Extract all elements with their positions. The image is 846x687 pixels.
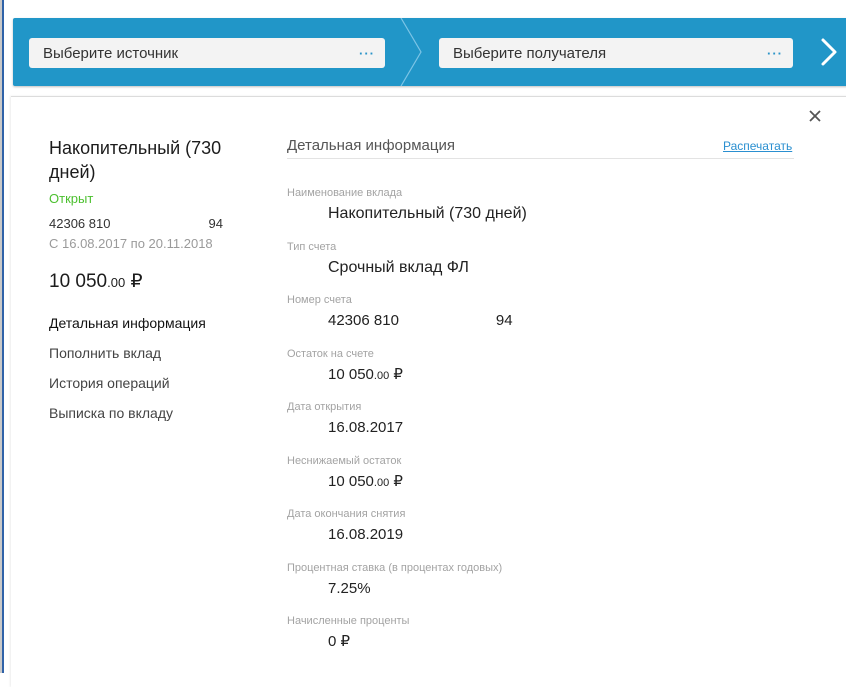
recipient-select[interactable]: Выберите получателя ···: [439, 38, 793, 68]
detail-min-balance: Неснижаемый остаток 10 050.00 ₽: [287, 454, 787, 508]
detail-account-number: Номер счета 42306 810 94: [287, 293, 787, 347]
detail-value: 10 050.00 ₽: [328, 473, 787, 492]
detail-label: Номер счета: [287, 294, 352, 306]
detail-value: 16.08.2019: [328, 526, 404, 543]
detail-balance-currency: ₽: [393, 365, 403, 383]
detail-value: Срочный вклад ФЛ: [328, 258, 469, 276]
detail-min-balance-currency: ₽: [393, 472, 403, 490]
window-left-edge: [0, 0, 4, 673]
chevron-right-icon[interactable]: [809, 32, 846, 72]
detail-min-balance-main: 10 050: [328, 472, 374, 490]
menu-item-topup[interactable]: Пополнить вклад: [49, 343, 206, 373]
detail-value: 10 050.00 ₽: [328, 366, 787, 385]
chevron-divider-icon: [400, 18, 422, 86]
menu-item-details[interactable]: Детальная информация: [49, 313, 206, 343]
detail-account-start: 42306 810: [328, 312, 399, 329]
detail-label: Остаток на счете: [287, 347, 374, 360]
detail-value: 16.08.2017: [328, 419, 404, 436]
detail-withdraw-end: Дата окончания снятия 16.08.2019: [287, 507, 787, 561]
details-divider: [287, 158, 794, 159]
menu-item-history[interactable]: История операций: [49, 373, 206, 403]
detail-interest-rate: Процентная ставка (в процентах годовых) …: [287, 561, 787, 615]
detail-label: Наименование вклада: [287, 187, 403, 199]
detail-balance-main: 10 050: [328, 365, 374, 383]
detail-accrued-interest: Начисленные проценты 0 ₽: [287, 614, 787, 668]
detail-label: Начисленные проценты: [287, 615, 410, 627]
account-number-start: 42306 810: [49, 216, 111, 231]
balance-currency: ₽: [130, 271, 143, 292]
source-select-label: Выберите источник: [43, 44, 179, 62]
recipient-more-icon[interactable]: ···: [767, 46, 783, 61]
details-title: Детальная информация: [287, 137, 455, 154]
close-icon[interactable]: [806, 108, 824, 126]
detail-value: Накопительный (730 дней): [328, 205, 527, 222]
detail-account-type: Тип счета Срочный вклад ФЛ: [287, 240, 787, 294]
close-glyph: [809, 110, 821, 122]
details-list: Наименование вклада Накопительный (730 д…: [287, 186, 787, 668]
detail-account-end: 94: [495, 312, 513, 329]
detail-label: Дата открытия: [287, 401, 362, 413]
transfer-bar: Выберите источник ··· Выберите получател…: [13, 18, 846, 86]
balance-main: 10 050: [49, 271, 108, 292]
detail-label: Тип счета: [287, 240, 337, 253]
detail-label: Неснижаемый остаток: [287, 454, 402, 467]
recipient-select-label: Выберите получателя: [453, 44, 607, 62]
deposit-account-number: 42306 810 94: [49, 216, 223, 231]
detail-deposit-name: Наименование вклада Накопительный (730 д…: [287, 186, 787, 240]
detail-open-date: Дата открытия 16.08.2017: [287, 400, 787, 454]
detail-value: 42306 810 94: [328, 312, 787, 330]
balance-cents: .00: [107, 275, 126, 290]
detail-value: 0 ₽: [328, 633, 351, 650]
deposit-menu: Детальная информация Пополнить вклад Ист…: [49, 313, 206, 433]
deposit-title: Накопительный (730 дней): [49, 138, 222, 182]
deposit-balance: 10 050.00 ₽: [49, 270, 143, 293]
deposit-status: Открыт: [49, 191, 94, 206]
deposit-period: С 16.08.2017 по 20.11.2018: [49, 236, 213, 251]
detail-balance: Остаток на счете 10 050.00 ₽: [287, 347, 787, 401]
detail-value: 7.25%: [328, 579, 371, 597]
detail-min-balance-cents: .00: [373, 476, 390, 489]
source-more-icon[interactable]: ···: [359, 46, 375, 61]
menu-item-statement[interactable]: Выписка по вкладу: [49, 403, 206, 433]
detail-balance-cents: .00: [373, 369, 390, 382]
print-link[interactable]: Распечатать: [723, 139, 792, 153]
detail-label: Процентная ставка (в процентах годовых): [287, 561, 503, 574]
account-number-end: 94: [208, 216, 223, 231]
source-select[interactable]: Выберите источник ···: [29, 38, 385, 68]
detail-label: Дата окончания снятия: [287, 508, 406, 520]
